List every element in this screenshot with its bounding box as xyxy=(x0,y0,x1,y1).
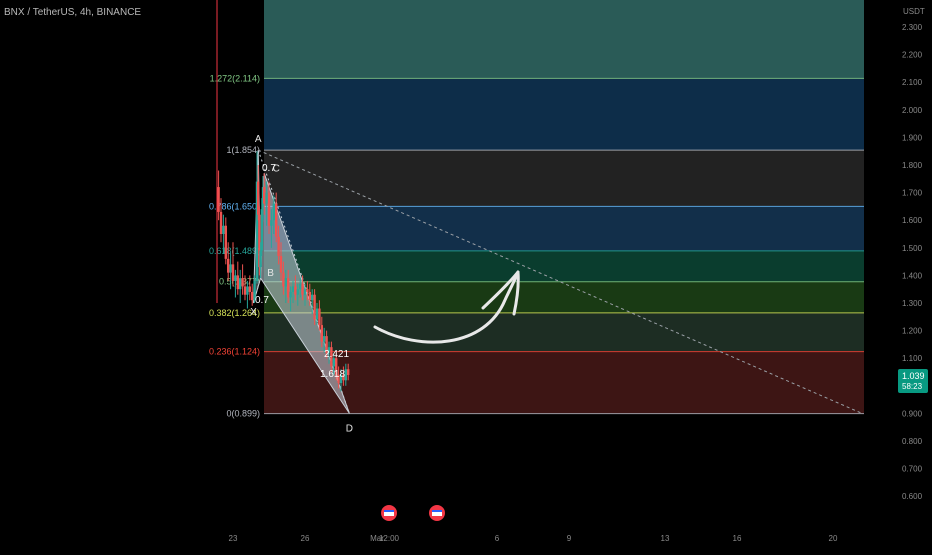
candle-body xyxy=(287,278,290,298)
fib-level-label: 0.236(1.124) xyxy=(209,347,260,357)
candle-body xyxy=(291,286,295,292)
price-tick-label: 1.500 xyxy=(902,244,923,253)
fib-zone xyxy=(264,312,864,352)
price-tick-label: 1.400 xyxy=(902,271,923,280)
candle-body xyxy=(301,283,304,295)
price-tick-label: 2.100 xyxy=(902,78,923,87)
current-price-label: 1.039 xyxy=(902,371,925,381)
price-tick-label: 0.800 xyxy=(902,437,923,446)
price-chart[interactable]: 1.272(2.114)1(1.854)0.786(1.650)0.618(1.… xyxy=(0,0,932,550)
pattern-point-b: B xyxy=(267,268,274,279)
event-flag-stripe xyxy=(432,510,442,512)
price-tick-label: 2.000 xyxy=(902,106,923,115)
candle-body xyxy=(229,264,232,273)
price-tick-label: 1.700 xyxy=(902,189,923,198)
candle-body xyxy=(311,294,314,301)
candle-body xyxy=(243,286,247,295)
candle-body xyxy=(265,192,268,204)
candle-body xyxy=(318,308,321,326)
fib-level-label: 0(0.899) xyxy=(226,409,260,419)
candle-body xyxy=(263,187,266,204)
harmonic-ratio-label: 0.7 xyxy=(262,163,276,174)
candle-body xyxy=(234,275,237,281)
candle-body xyxy=(303,289,307,295)
candle-body xyxy=(315,308,319,320)
symbol-header: BNX / TetherUS, 4h, BINANCE xyxy=(4,7,142,18)
fib-zone xyxy=(264,351,864,414)
candle-body xyxy=(299,283,302,290)
candle-body xyxy=(294,286,297,295)
candle-body xyxy=(236,275,239,290)
candle-body xyxy=(277,236,280,257)
event-flag-icon[interactable] xyxy=(429,505,445,521)
fib-zone xyxy=(264,250,864,282)
candle-body xyxy=(282,272,285,287)
price-tick-label: 1.300 xyxy=(902,299,923,308)
candle-body xyxy=(251,291,254,301)
harmonic-ratio-label: 0.7 xyxy=(255,295,269,306)
price-tick-label: 0.900 xyxy=(902,409,923,418)
pattern-point-d: D xyxy=(346,423,353,434)
event-flag-stripe xyxy=(384,510,394,512)
harmonic-ratio-label: 1.618 xyxy=(320,369,345,380)
candle-body xyxy=(227,258,230,273)
candle-body xyxy=(248,286,251,292)
fib-zone-top xyxy=(264,0,864,79)
candle-body xyxy=(217,187,220,212)
candle-body xyxy=(306,289,309,292)
time-tick-label: 6 xyxy=(495,534,500,543)
fib-level-label: 1(1.854) xyxy=(226,145,260,155)
candle-body xyxy=(279,256,283,273)
candle-body xyxy=(267,192,271,226)
pattern-point-a: A xyxy=(255,134,262,145)
chart-container[interactable]: 1.272(2.114) 1(1.854) 0.786(1.650) 0.618(1.… xyxy=(0,0,932,550)
time-tick-label: 23 xyxy=(229,534,238,543)
fib-zone xyxy=(264,78,864,151)
pattern-point-x: X xyxy=(250,307,257,318)
candle-countdown: 58:23 xyxy=(902,382,923,391)
candle-body xyxy=(289,291,292,298)
candle-body xyxy=(239,278,242,290)
time-tick-label: 16 xyxy=(733,534,742,543)
candle-body xyxy=(284,278,287,287)
candle-body xyxy=(272,203,275,221)
candle-body xyxy=(231,264,235,281)
candle-body xyxy=(308,291,311,301)
price-tick-label: 1.100 xyxy=(902,354,923,363)
time-tick-label: 13 xyxy=(661,534,670,543)
price-tick-label: 1.600 xyxy=(902,216,923,225)
price-tick-label: 1.200 xyxy=(902,327,923,336)
candle-body xyxy=(347,369,350,376)
fib-zone xyxy=(264,150,864,207)
candle-body xyxy=(313,294,316,320)
harmonic-ratio-label: 2.421 xyxy=(324,349,349,360)
price-tick-label: 0.700 xyxy=(902,465,923,474)
price-tick-label: 0.600 xyxy=(902,492,923,501)
event-flag-icon[interactable] xyxy=(381,505,397,521)
candle-body xyxy=(241,278,244,287)
price-tick-label: 1.900 xyxy=(902,133,923,142)
candle-body xyxy=(275,203,278,237)
price-axis-unit: USDT xyxy=(903,7,925,16)
fib-zone xyxy=(264,206,864,251)
time-tick-label: 12:00 xyxy=(379,534,400,543)
time-tick-label: 26 xyxy=(301,534,310,543)
candle-body xyxy=(320,325,323,342)
candle-body xyxy=(222,225,225,234)
candle-body xyxy=(296,289,299,295)
candle-body xyxy=(323,336,326,342)
time-tick-label: 9 xyxy=(567,534,572,543)
time-tick-label: 20 xyxy=(829,534,838,543)
candle-body xyxy=(219,211,223,234)
candle-body xyxy=(224,225,227,259)
price-tick-label: 2.200 xyxy=(902,51,923,60)
fib-zone xyxy=(264,281,864,313)
price-tick-label: 2.300 xyxy=(902,23,923,32)
candle-body xyxy=(246,286,249,295)
price-tick-label: 1.800 xyxy=(902,161,923,170)
candle-body xyxy=(270,220,273,226)
